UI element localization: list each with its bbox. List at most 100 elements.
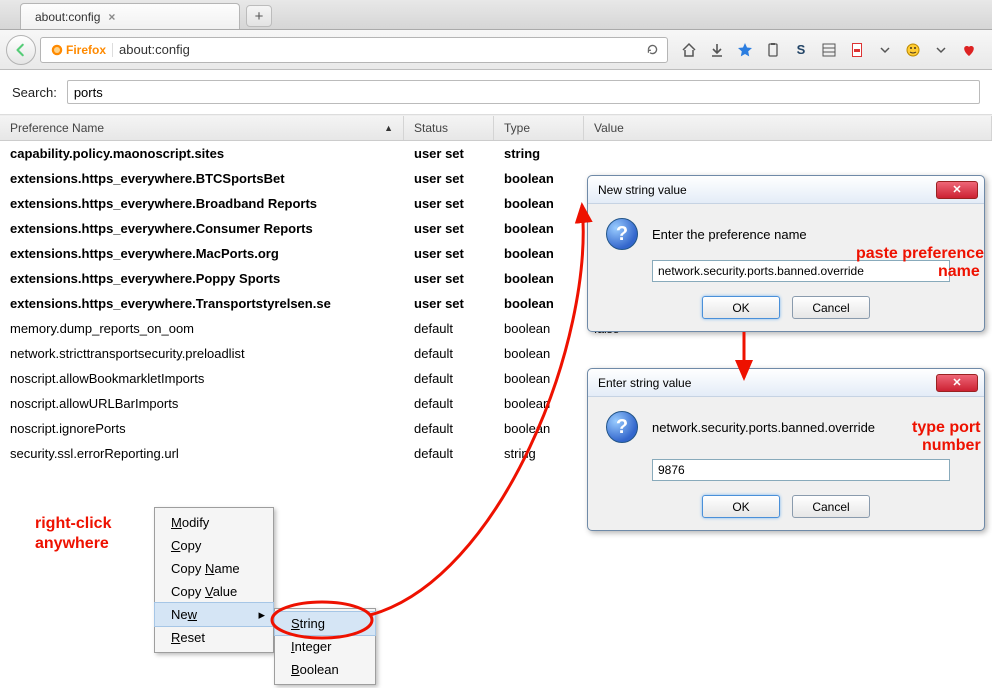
- pref-type: boolean: [494, 341, 584, 366]
- sort-asc-icon: ▲: [384, 123, 393, 133]
- context-submenu-new: String Integer Boolean: [274, 608, 376, 685]
- context-menu: Modify Copy Copy Name Copy Value New▸ Re…: [154, 507, 274, 653]
- download-icon[interactable]: [708, 41, 726, 59]
- pref-status: user set: [404, 241, 494, 266]
- pref-status: default: [404, 391, 494, 416]
- heart-icon[interactable]: [960, 41, 978, 59]
- pref-name: extensions.https_everywhere.MacPorts.org: [0, 241, 404, 266]
- ok-button[interactable]: OK: [702, 495, 780, 518]
- browser-tab[interactable]: about:config ×: [20, 3, 240, 29]
- search-label: Search:: [12, 85, 57, 100]
- ctx-copy-name[interactable]: Copy Name: [155, 557, 273, 580]
- preference-name-input[interactable]: [652, 260, 950, 282]
- ctx-copy-value[interactable]: Copy Value: [155, 580, 273, 603]
- pref-type: boolean: [494, 366, 584, 391]
- ctx-new[interactable]: New▸: [154, 602, 274, 627]
- ctx-new-integer[interactable]: Integer: [275, 635, 375, 658]
- ctx-copy[interactable]: Copy: [155, 534, 273, 557]
- firefox-icon: [51, 44, 63, 56]
- pref-type: boolean: [494, 316, 584, 341]
- back-arrow-icon: [14, 43, 28, 57]
- pref-status: user set: [404, 291, 494, 316]
- search-row: Search:: [0, 70, 992, 115]
- ok-button[interactable]: OK: [702, 296, 780, 319]
- question-icon: ?: [606, 218, 638, 250]
- string-value-input[interactable]: [652, 459, 950, 481]
- pref-status: user set: [404, 191, 494, 216]
- grid-icon[interactable]: [820, 41, 838, 59]
- url-bar[interactable]: Firefox about:config: [40, 37, 668, 63]
- pref-type: boolean: [494, 191, 584, 216]
- pref-status: default: [404, 316, 494, 341]
- pref-name: noscript.allowURLBarImports: [0, 391, 404, 416]
- pref-name: extensions.https_everywhere.Poppy Sports: [0, 266, 404, 291]
- cancel-button[interactable]: Cancel: [792, 495, 870, 518]
- dialog-titlebar: Enter string value ✕: [588, 369, 984, 397]
- pref-status: user set: [404, 266, 494, 291]
- table-row[interactable]: capability.policy.maonoscript.sitesuser …: [0, 141, 992, 166]
- tab-title: about:config: [35, 10, 100, 24]
- reload-button[interactable]: [641, 39, 663, 61]
- search-input[interactable]: [67, 80, 980, 104]
- home-icon[interactable]: [680, 41, 698, 59]
- ctx-modify[interactable]: Modify: [155, 511, 273, 534]
- enter-string-value-dialog: Enter string value ✕ ? network.security.…: [587, 368, 985, 531]
- bookmark-star-icon[interactable]: [736, 41, 754, 59]
- dropdown2-icon[interactable]: [932, 41, 950, 59]
- pref-type: boolean: [494, 241, 584, 266]
- s-icon[interactable]: S: [792, 41, 810, 59]
- navigation-bar: Firefox about:config S: [0, 30, 992, 70]
- back-button[interactable]: [6, 35, 36, 65]
- pref-status: default: [404, 341, 494, 366]
- clipboard-icon[interactable]: [764, 41, 782, 59]
- toolbar-icons: S: [672, 41, 986, 59]
- pref-type: boolean: [494, 166, 584, 191]
- table-row[interactable]: network.stricttransportsecurity.preloadl…: [0, 341, 992, 366]
- table-header: Preference Name ▲ Status Type Value: [0, 115, 992, 141]
- pref-status: user set: [404, 141, 494, 166]
- dialog-title: Enter string value: [598, 376, 691, 390]
- cancel-button[interactable]: Cancel: [792, 296, 870, 319]
- pref-status: default: [404, 366, 494, 391]
- url-text: about:config: [113, 42, 641, 57]
- ctx-new-boolean[interactable]: Boolean: [275, 658, 375, 681]
- pref-name: extensions.https_everywhere.BTCSportsBet: [0, 166, 404, 191]
- col-status[interactable]: Status: [404, 116, 494, 140]
- pref-type: boolean: [494, 291, 584, 316]
- pref-type: boolean: [494, 266, 584, 291]
- anno-rightclick2: anywhere: [35, 535, 109, 552]
- pref-type: boolean: [494, 391, 584, 416]
- dialog-title: New string value: [598, 183, 687, 197]
- pref-name: capability.policy.maonoscript.sites: [0, 141, 404, 166]
- ctx-new-string[interactable]: String: [274, 611, 376, 636]
- tab-close-icon[interactable]: ×: [108, 10, 115, 24]
- col-type[interactable]: Type: [494, 116, 584, 140]
- new-tab-button[interactable]: +: [246, 5, 272, 27]
- pref-value: [584, 341, 992, 366]
- dialog-label: Enter the preference name: [652, 227, 807, 242]
- dialog-close-button[interactable]: ✕: [936, 374, 978, 392]
- pref-name: extensions.https_everywhere.Transportsty…: [0, 291, 404, 316]
- firefox-badge: Firefox: [45, 43, 113, 57]
- tab-bar: about:config × +: [0, 0, 992, 30]
- pref-name: network.stricttransportsecurity.preloadl…: [0, 341, 404, 366]
- dialog-label: network.security.ports.banned.override: [652, 420, 875, 435]
- pdf-icon[interactable]: [848, 41, 866, 59]
- ctx-reset[interactable]: Reset: [155, 626, 273, 649]
- col-preference-name[interactable]: Preference Name ▲: [0, 116, 404, 140]
- pref-type: boolean: [494, 216, 584, 241]
- question-icon: ?: [606, 411, 638, 443]
- pref-name: memory.dump_reports_on_oom: [0, 316, 404, 341]
- col-value[interactable]: Value: [584, 116, 992, 140]
- pref-type: boolean: [494, 416, 584, 441]
- new-string-value-dialog: New string value ✕ ? Enter the preferenc…: [587, 175, 985, 332]
- dropdown-icon[interactable]: [876, 41, 894, 59]
- pref-name: extensions.https_everywhere.Broadband Re…: [0, 191, 404, 216]
- dialog-titlebar: New string value ✕: [588, 176, 984, 204]
- pref-name: extensions.https_everywhere.Consumer Rep…: [0, 216, 404, 241]
- pref-name: noscript.ignorePorts: [0, 416, 404, 441]
- smiley-icon[interactable]: [904, 41, 922, 59]
- pref-status: user set: [404, 216, 494, 241]
- pref-type: string: [494, 441, 584, 466]
- dialog-close-button[interactable]: ✕: [936, 181, 978, 199]
